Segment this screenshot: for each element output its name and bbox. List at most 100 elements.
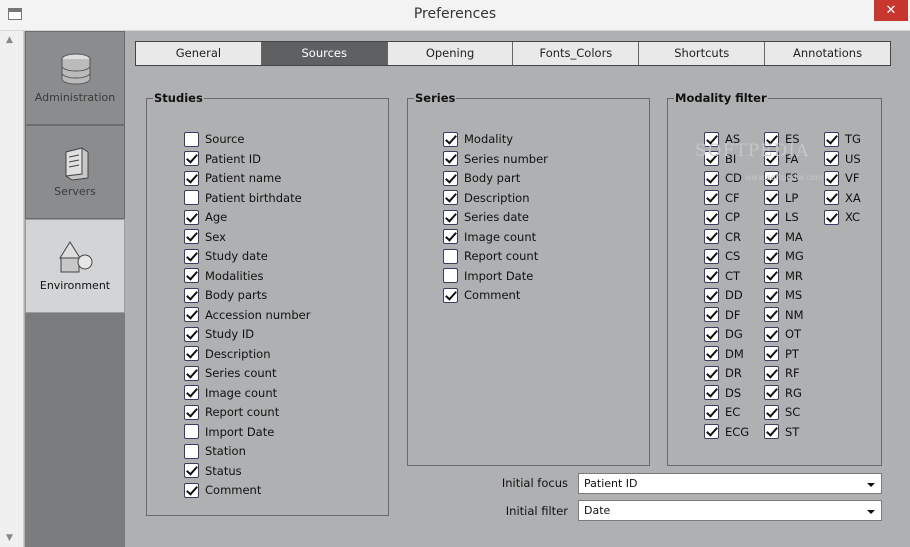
modality-checkbox-row[interactable]: CF — [704, 190, 740, 206]
checkbox-unchecked[interactable] — [443, 268, 458, 283]
modality-checkbox-row[interactable]: LS — [764, 209, 799, 225]
checkbox-checked[interactable] — [443, 287, 458, 303]
modality-checkbox-row[interactable]: XC — [824, 209, 860, 225]
checkbox-checked[interactable] — [184, 268, 199, 283]
checkbox-checked[interactable] — [184, 463, 199, 478]
checkbox-checked[interactable] — [704, 229, 719, 244]
checkbox-row[interactable]: Image count — [443, 229, 536, 245]
scroll-up-icon[interactable]: ▲ — [6, 35, 13, 45]
checkbox-checked[interactable] — [184, 287, 199, 303]
checkbox-checked[interactable] — [704, 365, 719, 381]
tab-general[interactable]: General — [136, 42, 262, 65]
checkbox-row[interactable]: Body parts — [184, 287, 267, 303]
modality-checkbox-row[interactable]: DG — [704, 326, 743, 342]
checkbox-checked[interactable] — [704, 287, 719, 303]
tab-fonts-colors[interactable]: Fonts_Colors — [513, 42, 640, 65]
checkbox-checked[interactable] — [184, 385, 199, 400]
checkbox-row[interactable]: Study date — [184, 248, 268, 264]
checkbox-checked[interactable] — [704, 170, 719, 186]
checkbox-unchecked[interactable] — [184, 443, 199, 459]
checkbox-checked[interactable] — [443, 229, 458, 244]
tab-shortcuts[interactable]: Shortcuts — [639, 42, 766, 65]
checkbox-checked[interactable] — [824, 209, 839, 225]
checkbox-checked[interactable] — [764, 209, 779, 225]
modality-checkbox-row[interactable]: MR — [764, 268, 803, 284]
checkbox-checked[interactable] — [184, 307, 199, 322]
checkbox-checked[interactable] — [704, 326, 719, 342]
checkbox-checked[interactable] — [764, 365, 779, 381]
checkbox-checked[interactable] — [443, 190, 458, 205]
checkbox-row[interactable]: Report count — [184, 404, 279, 420]
nav-item-administration[interactable]: Administration — [25, 31, 125, 125]
checkbox-checked[interactable] — [184, 326, 199, 342]
checkbox-row[interactable]: Age — [184, 209, 227, 225]
checkbox-checked[interactable] — [764, 424, 779, 439]
checkbox-row[interactable]: Modality — [443, 131, 513, 147]
modality-checkbox-row[interactable]: RF — [764, 365, 800, 381]
modality-checkbox-row[interactable]: DM — [704, 346, 744, 362]
checkbox-row[interactable]: Comment — [443, 287, 520, 303]
modality-checkbox-row[interactable]: NM — [764, 307, 804, 323]
modality-checkbox-row[interactable]: CR — [704, 229, 741, 245]
checkbox-row[interactable]: Patient birthdate — [184, 190, 302, 206]
modality-checkbox-row[interactable]: VF — [824, 170, 859, 186]
checkbox-checked[interactable] — [824, 131, 839, 147]
modality-checkbox-row[interactable]: CP — [704, 209, 740, 225]
checkbox-row[interactable]: Series number — [443, 151, 548, 167]
checkbox-checked[interactable] — [764, 229, 779, 244]
checkbox-checked[interactable] — [184, 248, 199, 264]
checkbox-checked[interactable] — [824, 151, 839, 166]
checkbox-checked[interactable] — [184, 404, 199, 420]
checkbox-unchecked[interactable] — [184, 424, 199, 439]
checkbox-checked[interactable] — [704, 307, 719, 322]
modality-checkbox-row[interactable]: XA — [824, 190, 861, 206]
tab-sources[interactable]: Sources — [261, 42, 388, 65]
checkbox-checked[interactable] — [443, 131, 458, 147]
checkbox-checked[interactable] — [184, 229, 199, 244]
checkbox-unchecked[interactable] — [184, 131, 199, 147]
modality-checkbox-row[interactable]: LP — [764, 190, 798, 206]
checkbox-checked[interactable] — [704, 404, 719, 420]
modality-checkbox-row[interactable]: OT — [764, 326, 801, 342]
checkbox-unchecked[interactable] — [443, 248, 458, 264]
modality-checkbox-row[interactable]: DS — [704, 385, 741, 401]
checkbox-row[interactable]: Import Date — [184, 424, 274, 440]
tab-annotations[interactable]: Annotations — [765, 42, 890, 65]
checkbox-row[interactable]: Body part — [443, 170, 520, 186]
checkbox-unchecked[interactable] — [184, 190, 199, 205]
checkbox-row[interactable]: Series date — [443, 209, 529, 225]
chevron-down-icon[interactable] — [867, 510, 875, 514]
modality-checkbox-row[interactable]: US — [824, 151, 861, 167]
checkbox-row[interactable]: Sex — [184, 229, 226, 245]
checkbox-checked[interactable] — [184, 365, 199, 381]
checkbox-checked[interactable] — [704, 346, 719, 361]
checkbox-row[interactable]: Image count — [184, 385, 277, 401]
checkbox-checked[interactable] — [184, 151, 199, 166]
checkbox-checked[interactable] — [764, 326, 779, 342]
checkbox-row[interactable]: Patient name — [184, 170, 281, 186]
checkbox-row[interactable]: Source — [184, 131, 245, 147]
modality-checkbox-row[interactable]: MS — [764, 287, 802, 303]
checkbox-checked[interactable] — [443, 151, 458, 166]
checkbox-row[interactable]: Description — [184, 346, 271, 362]
checkbox-checked[interactable] — [704, 248, 719, 264]
modality-checkbox-row[interactable]: ECG — [704, 424, 749, 440]
initial-focus-select[interactable]: Patient ID — [578, 473, 882, 494]
checkbox-checked[interactable] — [764, 248, 779, 264]
checkbox-checked[interactable] — [184, 482, 199, 498]
vertical-scrollbar[interactable]: ▲ ▼ — [0, 31, 24, 547]
checkbox-checked[interactable] — [764, 404, 779, 420]
scroll-down-icon[interactable]: ▼ — [6, 533, 13, 543]
checkbox-checked[interactable] — [704, 268, 719, 283]
checkbox-row[interactable]: Series count — [184, 365, 276, 381]
modality-checkbox-row[interactable]: ST — [764, 424, 799, 440]
nav-item-servers[interactable]: Servers — [25, 125, 125, 219]
modality-checkbox-row[interactable]: CS — [704, 248, 740, 264]
modality-checkbox-row[interactable]: DR — [704, 365, 742, 381]
checkbox-checked[interactable] — [184, 346, 199, 361]
chevron-down-icon[interactable] — [867, 483, 875, 487]
modality-checkbox-row[interactable]: TG — [824, 131, 861, 147]
checkbox-checked[interactable] — [184, 209, 199, 225]
checkbox-checked[interactable] — [764, 287, 779, 303]
modality-checkbox-row[interactable]: CT — [704, 268, 740, 284]
